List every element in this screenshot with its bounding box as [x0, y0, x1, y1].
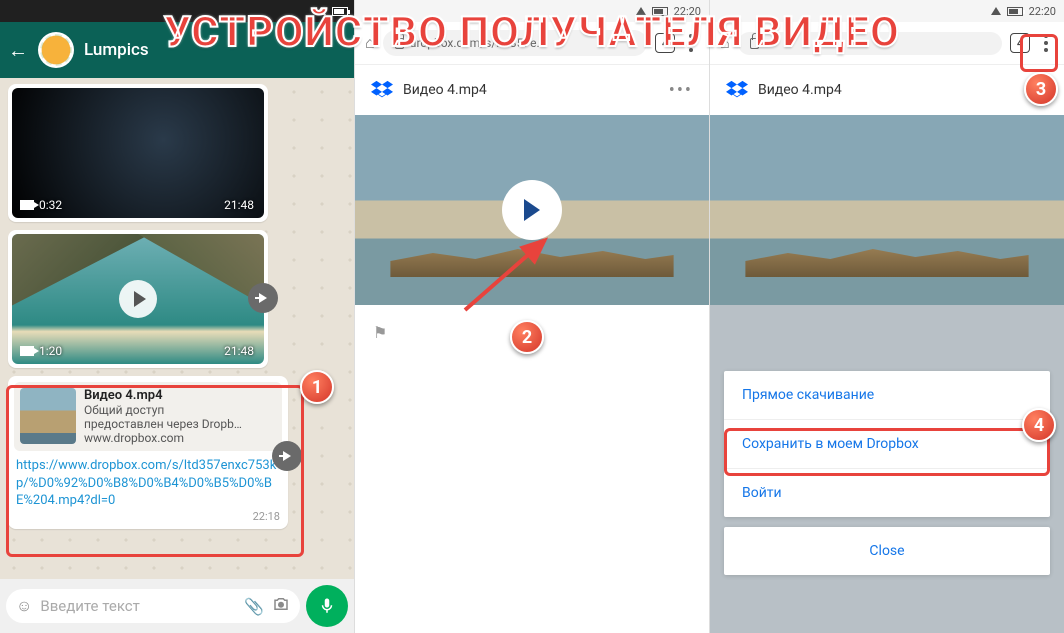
browser-toolbar: ⌂ 4	[710, 22, 1064, 65]
vid1-time: 21:48	[224, 198, 254, 212]
panel-whatsapp: ← Lumpics 0:32 21:48 1:20 21:48	[0, 0, 355, 633]
play-icon[interactable]	[119, 280, 157, 318]
chat-body: 0:32 21:48 1:20 21:48 Видео 4.mp4	[0, 78, 354, 579]
video-message-1[interactable]: 0:32 21:48	[8, 84, 268, 222]
vid1-duration: 0:32	[39, 198, 62, 212]
link-domain: www.dropbox.com	[84, 431, 242, 445]
link-thumb	[20, 388, 76, 444]
chat-header[interactable]: ← Lumpics	[0, 22, 354, 78]
menu-close[interactable]: Close	[724, 527, 1050, 575]
contact-name: Lumpics	[84, 40, 149, 60]
vid2-time: 21:48	[224, 344, 254, 358]
callout-1: 1	[300, 370, 334, 404]
file-title: Видео 4.mp4	[403, 82, 659, 98]
link-message[interactable]: Видео 4.mp4 Общий доступ предоставлен че…	[8, 376, 288, 529]
tab-count[interactable]: 4	[655, 33, 675, 53]
statusbar: 22:20	[710, 0, 1064, 22]
tab-count[interactable]: 4	[1010, 33, 1030, 53]
statusbar: 22:20	[355, 0, 709, 22]
attach-icon[interactable]: 📎	[244, 597, 264, 616]
vid2-duration: 1:20	[39, 344, 62, 358]
menu-login[interactable]: Войти	[724, 468, 1050, 517]
play-icon	[524, 199, 545, 221]
play-button[interactable]	[502, 180, 562, 240]
dropbox-icon	[726, 79, 748, 101]
forward-icon	[283, 451, 291, 461]
url-text: dropbox.com/s/ltd357e…	[410, 36, 545, 50]
status-time: 22:20	[1029, 5, 1056, 18]
dropbox-header: Видео 4.mp4 •••	[710, 65, 1064, 115]
video-preview[interactable]	[355, 115, 709, 305]
video-message-2[interactable]: 1:20 21:48	[8, 230, 268, 368]
link-time: 22:18	[14, 510, 282, 523]
callout-3: 3	[1024, 72, 1058, 106]
panel-browser-preview: 22:20 ⌂ dropbox.com/s/ltd357e… 4 Видео 4…	[355, 0, 710, 633]
link-url[interactable]: https://www.dropbox.com/s/ltd357enxc753k…	[14, 451, 282, 510]
lock-icon	[750, 38, 759, 49]
statusbar	[0, 0, 354, 22]
link-desc1: Общий доступ	[84, 403, 242, 417]
camera-icon[interactable]	[272, 595, 290, 617]
dropbox-header: Видео 4.mp4 •••	[355, 65, 709, 115]
browser-toolbar: ⌂ dropbox.com/s/ltd357e… 4	[355, 22, 709, 65]
forward-button[interactable]	[272, 441, 302, 471]
emoji-icon[interactable]: ☺	[16, 596, 32, 616]
forward-icon	[259, 293, 267, 303]
avatar[interactable]	[38, 32, 74, 68]
mic-icon	[318, 597, 336, 615]
file-more-icon[interactable]: •••	[669, 80, 693, 101]
home-icon[interactable]: ⌂	[720, 33, 730, 53]
status-time: 22:20	[674, 5, 701, 18]
browser-menu-icon[interactable]	[683, 30, 699, 56]
link-desc2: предоставлен через Dropb…	[84, 417, 242, 431]
callout-4: 4	[1022, 408, 1056, 442]
url-bar[interactable]	[738, 32, 1002, 55]
camera-icon	[20, 200, 34, 210]
link-title: Видео 4.mp4	[84, 388, 242, 403]
chat-input-bar: ☺ Введите текст 📎	[0, 579, 354, 633]
forward-button[interactable]	[248, 283, 278, 313]
menu-save-dropbox[interactable]: Сохранить в моем Dropbox	[724, 419, 1050, 468]
dropbox-icon	[371, 79, 393, 101]
menu-direct-download[interactable]: Прямое скачивание	[724, 371, 1050, 419]
lock-icon	[395, 38, 404, 49]
message-input[interactable]: ☺ Введите текст 📎	[6, 589, 300, 623]
panel-browser-menu: 22:20 ⌂ 4 Видео 4.mp4 ••• Прямое скачива…	[710, 0, 1064, 633]
input-placeholder: Введите текст	[40, 597, 236, 615]
callout-2: 2	[510, 320, 544, 354]
home-icon[interactable]: ⌂	[365, 33, 375, 53]
file-title: Видео 4.mp4	[758, 82, 1014, 98]
mic-button[interactable]	[306, 585, 348, 627]
camera-icon	[20, 346, 34, 356]
back-icon[interactable]: ←	[8, 38, 28, 63]
video-preview[interactable]	[710, 115, 1064, 305]
action-sheet: Прямое скачивание Сохранить в моем Dropb…	[710, 305, 1064, 633]
url-bar[interactable]: dropbox.com/s/ltd357e…	[383, 30, 647, 56]
browser-menu-icon[interactable]	[1038, 30, 1054, 56]
